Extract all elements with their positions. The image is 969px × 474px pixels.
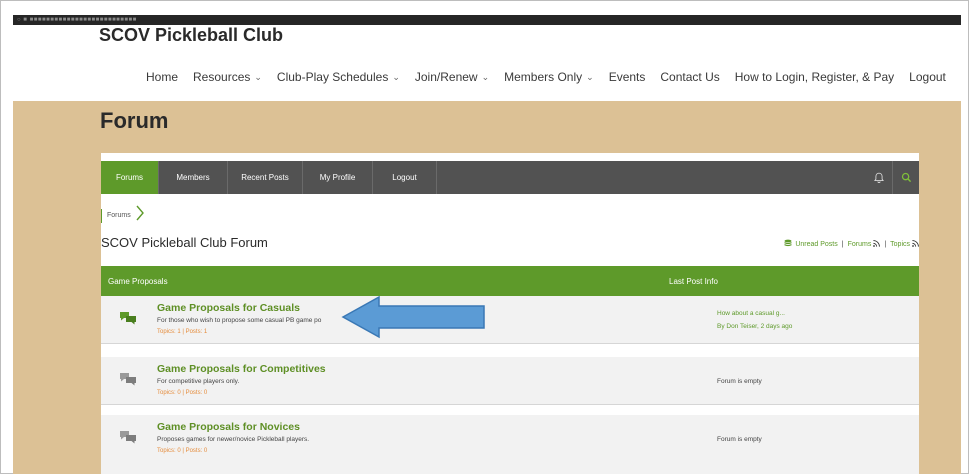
last-post-info: Forum is empty <box>717 378 762 385</box>
forum-stats: Topics: 0 | Posts: 0 <box>157 448 208 454</box>
nav-members-only[interactable]: Members Only ⌄ <box>504 70 594 84</box>
forum-description: For those who wish to propose some casua… <box>157 317 322 324</box>
forum-links: Unread Posts | Forums | Topics <box>784 239 919 249</box>
tab-forums[interactable]: Forums <box>101 161 159 194</box>
forum-name[interactable]: Game Proposals for Competitives <box>157 363 326 375</box>
forums-rss-link[interactable]: Forums <box>848 241 872 248</box>
forum-stats: Topics: 1 | Posts: 1 <box>157 329 208 335</box>
tab-recent-posts[interactable]: Recent Posts <box>228 161 303 194</box>
last-post-link[interactable]: How about a casual g... <box>717 307 792 320</box>
nav-how-to-login[interactable]: How to Login, Register, & Pay <box>735 70 894 84</box>
tab-members[interactable]: Members <box>159 161 228 194</box>
forum-row[interactable]: Game Proposals for Competitives For comp… <box>101 357 919 405</box>
nav-join-renew[interactable]: Join/Renew ⌄ <box>415 70 489 84</box>
tab-logout[interactable]: Logout <box>373 161 437 194</box>
browser-bookmark-bar: ○ ■ ■■■■■■■■■■■■■■■■■■■■■■■■■■ <box>13 15 961 25</box>
forum-row[interactable]: Game Proposals for Novices Proposes game… <box>101 415 919 474</box>
nav-resources[interactable]: Resources ⌄ <box>193 70 262 84</box>
breadcrumb: Forums <box>101 205 145 226</box>
tab-my-profile[interactable]: My Profile <box>303 161 373 194</box>
nav-club-play-schedules[interactable]: Club-Play Schedules ⌄ <box>277 70 400 84</box>
chat-bubbles-icon <box>119 372 137 391</box>
forum-stats: Topics: 0 | Posts: 0 <box>157 390 208 396</box>
unread-stack-icon <box>784 239 793 249</box>
last-post-info: Forum is empty <box>717 436 762 443</box>
forum-description: For competitive players only. <box>157 378 240 385</box>
breadcrumb-forums[interactable]: Forums <box>101 208 131 223</box>
chat-bubbles-icon <box>119 430 137 449</box>
nav-events[interactable]: Events <box>609 70 646 84</box>
forum-title: SCOV Pickleball Club Forum <box>101 235 268 250</box>
chevron-right-icon <box>135 205 145 226</box>
site-title[interactable]: SCOV Pickleball Club <box>99 25 283 46</box>
forum-description: Proposes games for newer/novice Pickleba… <box>157 436 310 443</box>
unread-posts-link[interactable]: Unread Posts <box>795 241 837 248</box>
forum-toolbar: Forums Members Recent Posts My Profile L… <box>101 161 919 194</box>
screenshot-frame: ○ ■ ■■■■■■■■■■■■■■■■■■■■■■■■■■ SCOV Pick… <box>0 0 969 474</box>
chevron-down-icon: ⌄ <box>481 71 490 82</box>
chevron-down-icon: ⌄ <box>586 71 594 82</box>
chevron-down-icon: ⌄ <box>254 71 262 82</box>
category-header: Game Proposals Last Post Info <box>101 266 919 296</box>
last-post-header: Last Post Info <box>669 277 718 286</box>
nav-contact-us[interactable]: Contact Us <box>660 70 719 84</box>
nav-home[interactable]: Home <box>146 70 178 84</box>
forum-name[interactable]: Game Proposals for Casuals <box>157 302 300 314</box>
topics-rss-link[interactable]: Topics <box>890 241 910 248</box>
chat-bubbles-icon <box>119 311 137 330</box>
rss-icon[interactable] <box>873 239 881 249</box>
bell-icon[interactable] <box>865 161 893 194</box>
annotation-arrow <box>341 295 485 339</box>
last-post-author[interactable]: By Don Teiser, 2 days ago <box>717 320 792 333</box>
search-icon[interactable] <box>893 161 919 194</box>
category-name[interactable]: Game Proposals <box>108 277 168 286</box>
forum-row[interactable]: Game Proposals for Casuals For those who… <box>101 296 919 344</box>
forum-name[interactable]: Game Proposals for Novices <box>157 421 300 433</box>
chevron-down-icon: ⌄ <box>392 71 400 82</box>
nav-logout[interactable]: Logout <box>909 70 946 84</box>
main-nav: Home Resources ⌄ Club-Play Schedules ⌄ Joi… <box>146 70 946 84</box>
page-title: Forum <box>100 108 169 133</box>
rss-icon[interactable] <box>912 239 919 249</box>
last-post-info: How about a casual g... By Don Teiser, 2… <box>717 307 792 333</box>
forum-panel: Forums Members Recent Posts My Profile L… <box>101 153 919 474</box>
